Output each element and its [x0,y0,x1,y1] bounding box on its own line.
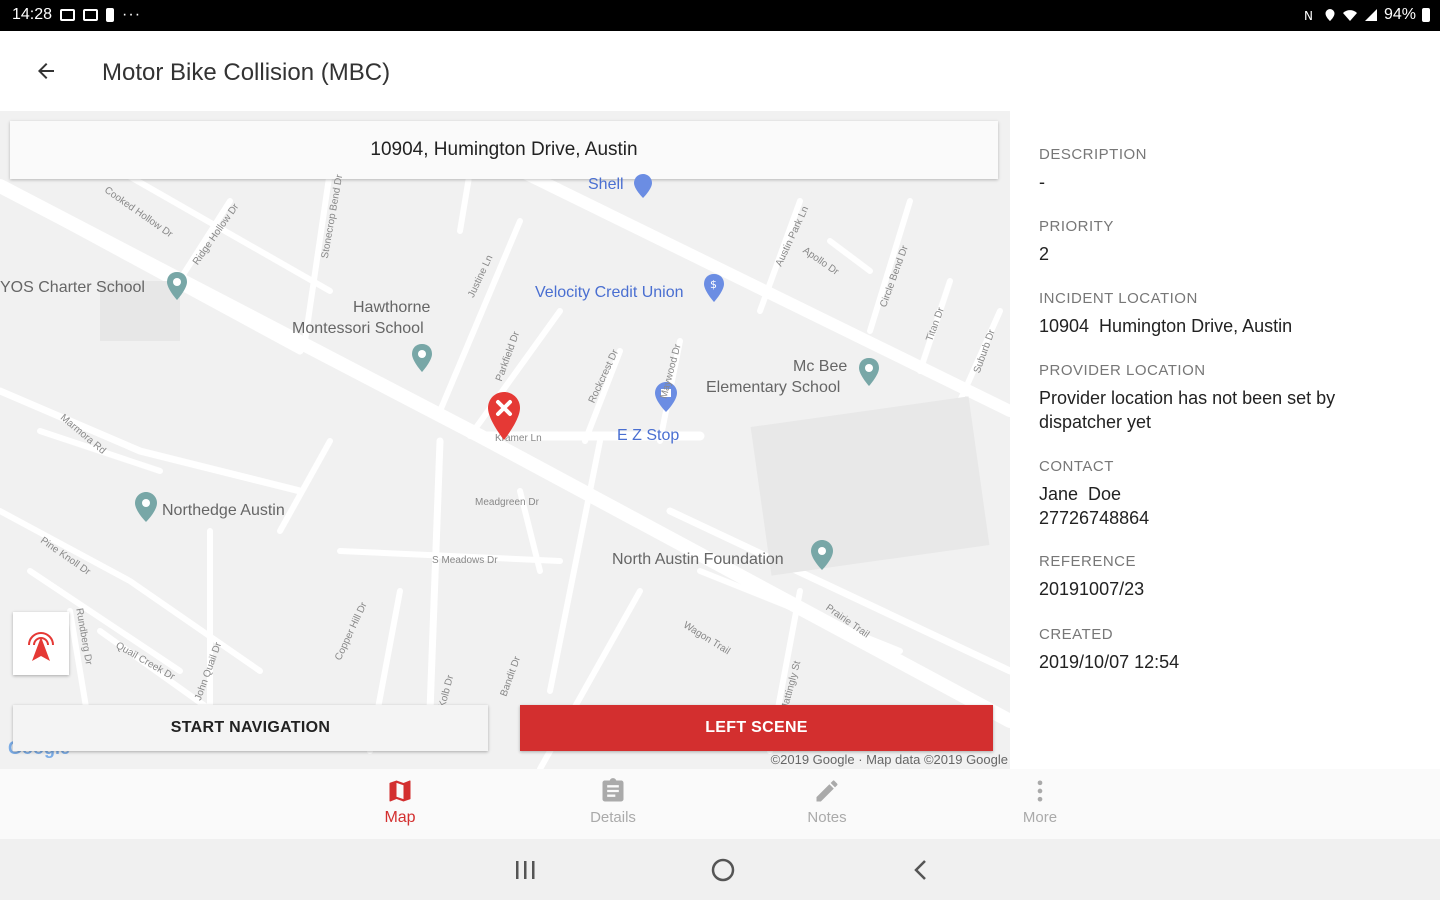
school-pin-icon [859,358,879,386]
page-title: Motor Bike Collision (MBC) [102,59,391,86]
incident-location-field: INCIDENT LOCATION 10904 Humington Drive,… [1039,289,1292,338]
system-back-button[interactable] [906,855,936,885]
back-chevron-icon [914,860,926,880]
status-time: 14:28 [12,6,53,23]
incident-address-bar: 10904, Humington Drive, Austin [10,121,998,179]
poi-velocity-credit-union[interactable]: Velocity Credit Union [535,282,684,303]
status-bar: 14:28 ··· N 94% [0,0,1440,31]
created-field: CREATED 2019/10/07 12:54 [1039,625,1179,674]
start-navigation-button[interactable]: START NAVIGATION [13,705,488,751]
poi-shell[interactable]: Shell [588,174,624,195]
recents-icon [516,861,535,879]
bank-pin-icon: $ [704,274,724,302]
message-notification-icon [83,9,99,21]
gas-pin-icon [634,174,652,198]
poi-north-austin-foundation[interactable]: North Austin Foundation [612,549,784,570]
tab-map-label: Map [384,809,416,826]
incident-location-value: 10904 Humington Drive, Austin [1039,316,1293,336]
back-button[interactable] [28,53,64,89]
poi-hawthorne-line1[interactable]: Hawthorne [353,297,430,318]
contact-name: Jane Doe [1039,484,1122,504]
created-label: CREATED [1039,626,1114,643]
gallery-notification-icon [60,9,76,21]
contact-field: CONTACT Jane Doe 27726748864 [1039,457,1149,530]
arrow-left-icon [38,63,54,79]
school-pin-icon [412,344,432,372]
tab-more-label: More [1022,809,1058,826]
incident-details-panel: DESCRIPTION - PRIORITY 2 INCIDENT LOCATI… [1010,111,1440,769]
contact-phone[interactable]: 27726748864 [1039,506,1149,530]
poi-mcbee-line1[interactable]: Mc Bee [793,356,847,377]
wifi-icon [1342,10,1357,21]
reference-value: 20191007/23 [1039,579,1145,599]
reference-label: REFERENCE [1039,553,1137,570]
created-value: 2019/10/07 12:54 [1039,652,1180,672]
tab-notes-label: Notes [807,809,847,826]
priority-field: PRIORITY 2 [1039,217,1114,266]
poi-hawthorne-line2[interactable]: Montessori School [292,318,424,339]
reference-field: REFERENCE 20191007/23 [1039,552,1144,601]
map-attribution: ©2019 Google · Map data ©2019 Google [770,752,1008,767]
recents-button[interactable] [510,855,540,885]
status-left: 14:28 ··· [12,6,141,24]
place-pin-icon [811,540,833,570]
incident-marker-icon[interactable] [486,391,522,441]
battery-icon [1422,8,1430,22]
location-broadcast-icon [28,631,54,661]
home-icon [711,858,735,882]
poi-mcbee-line2[interactable]: Elementary School [706,377,840,398]
tab-more[interactable]: More [980,777,1100,826]
status-right: N 94% [1304,6,1430,24]
provider-location-field: PROVIDER LOCATION Provider location has … [1039,361,1409,434]
contact-label: CONTACT [1039,458,1114,475]
battery-percent: 94% [1383,6,1416,23]
map-icon [389,780,411,802]
school-pin-icon [167,272,187,300]
signal-icon [1364,9,1377,21]
bottom-navigation: Map Details Notes More [0,769,1440,839]
map-view[interactable]: 10904, Humington Drive, Austin YOS Chart… [0,111,1010,769]
home-button[interactable] [708,855,738,885]
description-value: - [1039,172,1045,192]
provider-location-label: PROVIDER LOCATION [1039,362,1206,379]
provider-location-value: Provider location has not been set by di… [1039,388,1336,432]
tab-map[interactable]: Map [340,777,460,827]
street-label: Meadgreen Dr [475,497,539,508]
nfc-icon: N [1304,9,1313,22]
priority-value: 2 [1039,244,1050,264]
tab-details-label: Details [590,809,636,826]
battery-notification-icon [106,8,115,22]
left-scene-button[interactable]: LEFT SCENE [520,705,993,751]
description-label: DESCRIPTION [1039,146,1148,163]
svg-text:N: N [1304,9,1313,22]
poi-ez-stop[interactable]: E Z Stop [617,425,679,446]
system-navigation-bar [0,839,1440,900]
pencil-icon [816,780,838,802]
place-pin-icon [135,492,157,522]
location-icon [1325,9,1335,21]
priority-label: PRIORITY [1039,218,1114,235]
locate-button[interactable] [13,612,69,675]
street-label: S Meadows Dr [432,555,498,566]
poi-charter-school[interactable]: YOS Charter School [0,277,145,298]
tab-notes[interactable]: Notes [767,777,887,826]
incident-location-label: INCIDENT LOCATION [1039,290,1198,307]
poi-northedge-austin[interactable]: Northedge Austin [162,500,285,521]
clipboard-icon [602,778,624,802]
description-field: DESCRIPTION - [1039,145,1147,194]
app-bar: Motor Bike Collision (MBC) [0,31,1440,111]
more-notifications-indicator: ··· [122,6,142,23]
tab-details[interactable]: Details [553,777,673,826]
svg-text:$: $ [710,278,717,291]
more-vertical-icon [1037,780,1043,802]
